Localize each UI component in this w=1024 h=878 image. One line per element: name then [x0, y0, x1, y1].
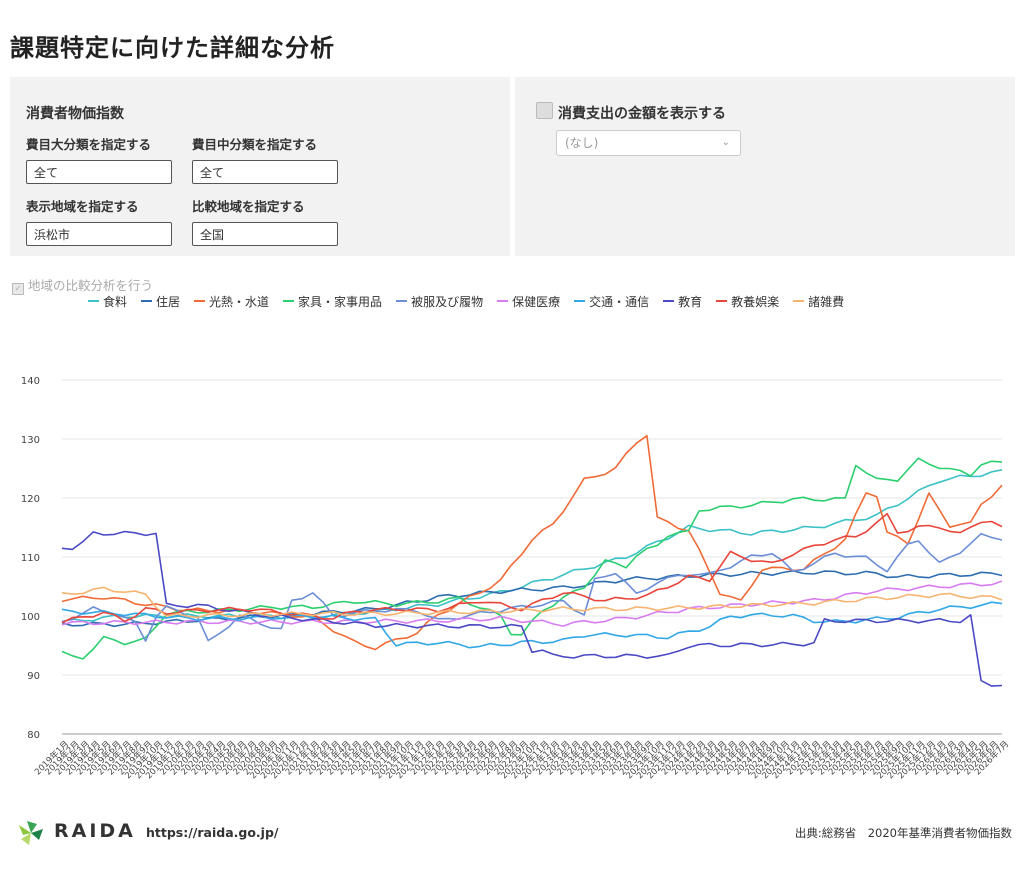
- y-tick-label: 110: [21, 553, 40, 564]
- compare-region-input[interactable]: 全国: [192, 222, 338, 246]
- legend-swatch: [194, 300, 206, 302]
- page-title: 課題特定に向けた詳細な分析: [10, 34, 335, 62]
- spending-select-value: (なし): [565, 136, 599, 150]
- cpi-section-title: 消費者物価指数: [26, 106, 124, 122]
- legend-label: 住居: [156, 295, 181, 309]
- y-tick-label: 100: [21, 612, 40, 623]
- major-category-label: 費目大分類を指定する: [26, 137, 152, 152]
- spending-panel: 消費支出の金額を表示する (なし) ⌄: [515, 77, 1015, 256]
- spending-checkbox[interactable]: [536, 102, 553, 119]
- legend-item[interactable]: 保健医療: [497, 293, 560, 310]
- chevron-down-icon: ⌄: [721, 137, 730, 148]
- display-region-label: 表示地域を指定する: [26, 199, 139, 214]
- legend-label: 保健医療: [512, 295, 561, 309]
- legend-item[interactable]: 食料: [88, 293, 127, 310]
- y-tick-label: 90: [27, 671, 40, 682]
- legend-label: 被服及び履物: [411, 295, 484, 309]
- series-line: [61, 570, 1003, 628]
- legend-item[interactable]: 光熱・水道: [194, 293, 269, 310]
- legend-swatch: [663, 300, 675, 302]
- check-icon: ✓: [12, 283, 24, 295]
- legend-item[interactable]: 教養娯楽: [716, 293, 779, 310]
- legend-swatch: [396, 300, 408, 302]
- legend-swatch: [141, 300, 153, 302]
- y-tick-label: 120: [21, 494, 40, 505]
- legend-item[interactable]: 交通・通信: [574, 293, 649, 310]
- y-tick-label: 130: [21, 435, 40, 446]
- legend-label: 家具・家事用品: [298, 295, 383, 309]
- legend-label: 教養娯楽: [731, 295, 780, 309]
- legend-swatch: [283, 300, 295, 302]
- spending-checkbox-label[interactable]: 消費支出の金額を表示する: [558, 103, 726, 123]
- data-source: 出典:総務省 2020年基準消費者物価指数: [794, 826, 1012, 840]
- major-category-input[interactable]: 全て: [26, 160, 172, 184]
- series-line: [61, 512, 1003, 624]
- legend-item[interactable]: 被服及び履物: [396, 293, 483, 310]
- middle-category-input[interactable]: 全て: [192, 160, 338, 184]
- legend-item[interactable]: 家具・家事用品: [283, 293, 382, 310]
- chart-legend: 食料 住居 光熱・水道 家具・家事用品 被服及び履物 保健医療 交通・通信 教育 教養娯楽 諸雑費: [88, 293, 858, 310]
- compare-region-label: 比較地域を指定する: [192, 199, 305, 214]
- y-tick-label: 80: [27, 730, 40, 741]
- legend-label: 交通・通信: [589, 295, 650, 309]
- legend-label: 食料: [103, 295, 128, 309]
- legend-swatch: [793, 300, 805, 302]
- legend-swatch: [574, 300, 586, 302]
- middle-category-label: 費目中分類を指定する: [192, 137, 318, 152]
- site-url-link[interactable]: https://raida.go.jp/: [146, 825, 278, 840]
- legend-swatch: [88, 300, 99, 302]
- legend-swatch: [497, 300, 509, 302]
- brand-name: RAIDA: [54, 820, 136, 842]
- cpi-filter-panel: 消費者物価指数 費目大分類を指定する 全て 費目中分類を指定する 全て 表示地域…: [10, 77, 510, 256]
- legend-swatch: [716, 300, 728, 302]
- legend-item[interactable]: 住居: [141, 293, 180, 310]
- legend-item[interactable]: 諸雑費: [793, 293, 844, 310]
- series-line: [61, 532, 1003, 642]
- legend-item[interactable]: 教育: [663, 293, 702, 310]
- legend-label: 光熱・水道: [209, 295, 270, 309]
- y-tick-label: 140: [21, 376, 40, 387]
- legend-label: 諸雑費: [808, 295, 845, 309]
- legend-label: 教育: [678, 295, 703, 309]
- spending-select[interactable]: (なし) ⌄: [556, 130, 741, 156]
- display-region-input[interactable]: 浜松市: [26, 222, 172, 246]
- cpi-line-chart: 80901001101201301402019年1月2019年2月2019年3月…: [21, 376, 1011, 781]
- raida-logo-icon: [19, 821, 43, 845]
- region-compare-toggle[interactable]: ✓ 地域の比較分析を行う: [12, 275, 153, 295]
- region-compare-label: 地域の比較分析を行う: [28, 278, 154, 293]
